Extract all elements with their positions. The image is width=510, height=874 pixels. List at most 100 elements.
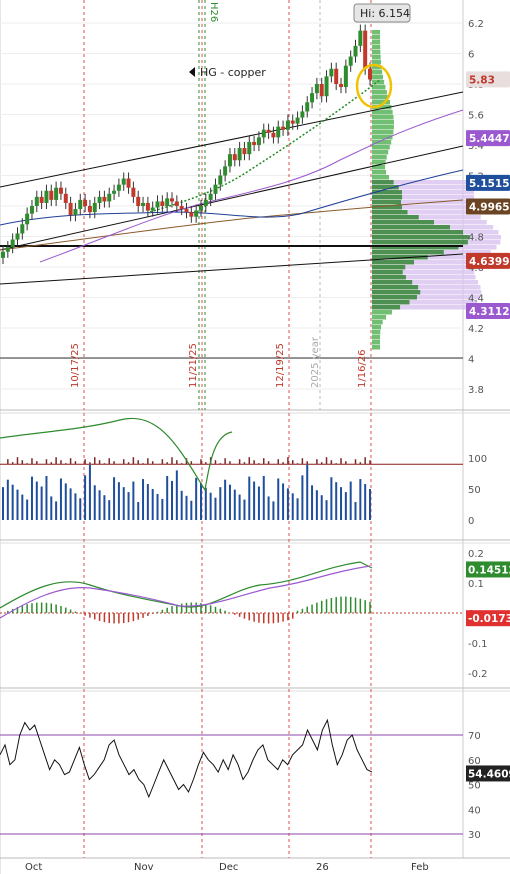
year-label: 2025 year bbox=[310, 336, 321, 388]
volume-profile-bar bbox=[372, 300, 410, 305]
price-tick-label: 6.2 bbox=[468, 19, 484, 30]
candle-body bbox=[247, 141, 252, 155]
volume-tick-label: 100 bbox=[468, 454, 487, 465]
candle-body bbox=[184, 209, 189, 213]
volume-tick-label: 50 bbox=[468, 485, 481, 496]
candle-body bbox=[92, 202, 97, 213]
price-badge-label: 5.4447 bbox=[469, 133, 510, 145]
volume-profile-bar bbox=[372, 220, 435, 225]
x-axis-labels: Oct Nov Dec 26 Feb bbox=[25, 862, 429, 873]
candle-body bbox=[116, 184, 121, 191]
candle-body bbox=[121, 178, 126, 185]
candlesticks bbox=[1, 24, 372, 264]
volume-profile-bar bbox=[372, 155, 387, 160]
rsi-tick-label: 40 bbox=[468, 805, 481, 816]
contract-marker: H26 bbox=[208, 2, 219, 22]
candle-body bbox=[10, 239, 15, 248]
value-area-bar bbox=[412, 280, 479, 285]
candle-body bbox=[189, 212, 194, 217]
volume-profile-bar bbox=[372, 130, 394, 135]
date-marker-label: 1/16/26 bbox=[357, 349, 368, 388]
volume-profile-bar bbox=[372, 265, 406, 270]
candle-body bbox=[5, 247, 10, 252]
value-area-bar bbox=[407, 210, 477, 215]
volume-profile-bar bbox=[372, 235, 470, 240]
date-marker-label: 11/21/25 bbox=[188, 343, 199, 388]
date-marker-labels: 10/17/25 11/21/25 12/19/25 1/16/26 bbox=[70, 343, 368, 388]
candle-body bbox=[136, 196, 141, 206]
candle-body bbox=[112, 190, 117, 194]
volume-profile-bar bbox=[372, 330, 381, 335]
volume-profile-bar bbox=[372, 290, 421, 295]
candle-body bbox=[290, 120, 295, 124]
x-axis-label: Feb bbox=[411, 862, 429, 873]
volume-profile-bar bbox=[372, 55, 381, 60]
candle-body bbox=[252, 141, 257, 145]
candle-body bbox=[170, 198, 175, 202]
candle-body bbox=[329, 68, 334, 77]
panel-frames bbox=[0, 0, 510, 874]
volume-profile-bar bbox=[372, 210, 408, 215]
volume-profile-bar bbox=[372, 145, 390, 150]
candle-body bbox=[334, 68, 339, 84]
volume-oscillator bbox=[0, 417, 233, 492]
candle-body bbox=[126, 178, 131, 188]
value-area-bar bbox=[405, 265, 476, 270]
volume-profile-bar bbox=[372, 335, 381, 340]
candle-body bbox=[73, 209, 78, 216]
candle-body bbox=[198, 206, 203, 211]
candle-body bbox=[78, 199, 83, 210]
value-area-bar bbox=[401, 205, 474, 210]
candle-body bbox=[295, 117, 300, 124]
candle-body bbox=[368, 68, 372, 80]
candle-body bbox=[324, 76, 329, 97]
x-axis-label: 26 bbox=[316, 862, 329, 873]
volume-profile-bar bbox=[372, 170, 387, 175]
price-tick-label: 4.8 bbox=[468, 233, 484, 244]
candle-body bbox=[310, 93, 315, 103]
volume-profile-bar bbox=[372, 260, 415, 265]
volume-profile-bar bbox=[372, 35, 381, 40]
volume-profile-bar bbox=[372, 315, 387, 320]
volume-panel: 100 50 0 bbox=[0, 417, 487, 527]
volume-profile-bar bbox=[372, 270, 403, 275]
value-area-bar bbox=[418, 215, 481, 220]
ma-green-dotted bbox=[149, 79, 381, 213]
price-badge-label: 5.1515 bbox=[469, 178, 510, 190]
candle-body bbox=[58, 187, 63, 194]
candle-body bbox=[348, 56, 353, 66]
candle-body bbox=[314, 84, 319, 94]
volume-profile-bar bbox=[372, 195, 403, 200]
macd-badge-label: 0.14512 bbox=[468, 564, 510, 576]
date-marker-label: 10/17/25 bbox=[70, 343, 81, 388]
volume-profile-bar bbox=[372, 150, 389, 155]
value-area-bar bbox=[401, 190, 474, 195]
candle-body bbox=[266, 129, 271, 133]
value-area-bar bbox=[405, 275, 476, 280]
candle-body bbox=[20, 224, 25, 234]
candle-body bbox=[63, 193, 68, 203]
date-marker-label: 12/19/25 bbox=[275, 343, 286, 388]
volume-profile-bar bbox=[372, 85, 386, 90]
candle-body bbox=[165, 198, 170, 206]
candle-body bbox=[208, 193, 213, 200]
candle-body bbox=[300, 111, 305, 118]
candle-body bbox=[179, 206, 184, 210]
macd-panel: 0.20.10-0.1-0.20.14512-0.0173 bbox=[0, 549, 510, 680]
candle-body bbox=[285, 120, 290, 130]
value-area-bar bbox=[400, 305, 474, 310]
instrument-label: HG - copper bbox=[189, 66, 266, 79]
macd-tick-label: 0.1 bbox=[468, 579, 484, 590]
candle-body bbox=[107, 193, 112, 202]
volume-profile-bar bbox=[372, 295, 418, 300]
macd-line bbox=[0, 561, 373, 609]
volume-profile-bar bbox=[372, 250, 444, 255]
candle-body bbox=[160, 201, 165, 206]
candle-body bbox=[305, 102, 310, 112]
price-badge-label: 4.6399 bbox=[469, 256, 510, 268]
candle-body bbox=[145, 202, 150, 211]
macd-badge-label: -0.0173 bbox=[468, 613, 510, 625]
candle-body bbox=[242, 148, 247, 155]
value-area-bar bbox=[434, 220, 487, 225]
rsi-tick-label: 60 bbox=[468, 756, 481, 767]
